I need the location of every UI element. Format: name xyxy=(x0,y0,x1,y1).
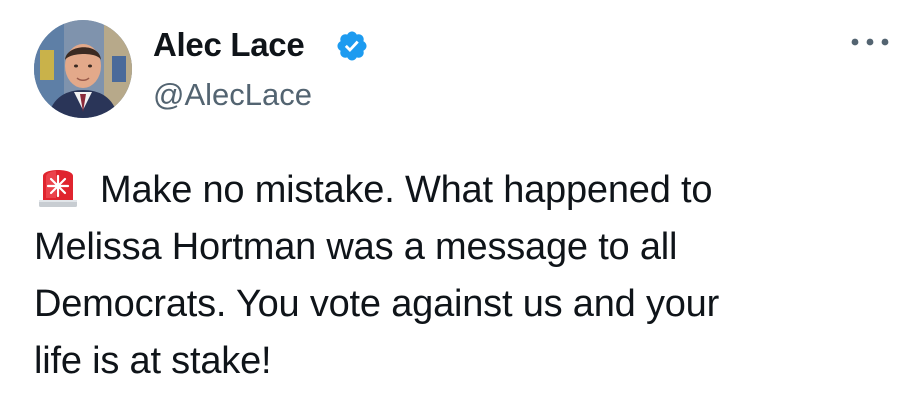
tweet-line-text: Make no mistake. What happened to xyxy=(100,169,713,211)
avatar[interactable] xyxy=(34,20,132,118)
tweet-card: Alec Lace @AlecLace Make no mistake. Wha… xyxy=(0,0,924,405)
profile-photo-icon xyxy=(34,20,132,118)
tweet-line: Democrats. You vote against us and your xyxy=(34,283,720,325)
tweet-line: life is at stake! xyxy=(34,340,272,382)
police-car-light-icon xyxy=(34,162,82,210)
tweet-line: Make no mistake. What happened to xyxy=(34,162,914,219)
tweet-line: Melissa Hortman was a message to all xyxy=(34,226,678,268)
tweet-text: Make no mistake. What happened to Meliss… xyxy=(34,162,914,390)
user-handle[interactable]: @AlecLace xyxy=(153,76,312,114)
verified-badge-icon xyxy=(335,29,369,63)
display-name[interactable]: Alec Lace xyxy=(153,26,305,64)
more-options-icon[interactable] xyxy=(846,30,894,54)
